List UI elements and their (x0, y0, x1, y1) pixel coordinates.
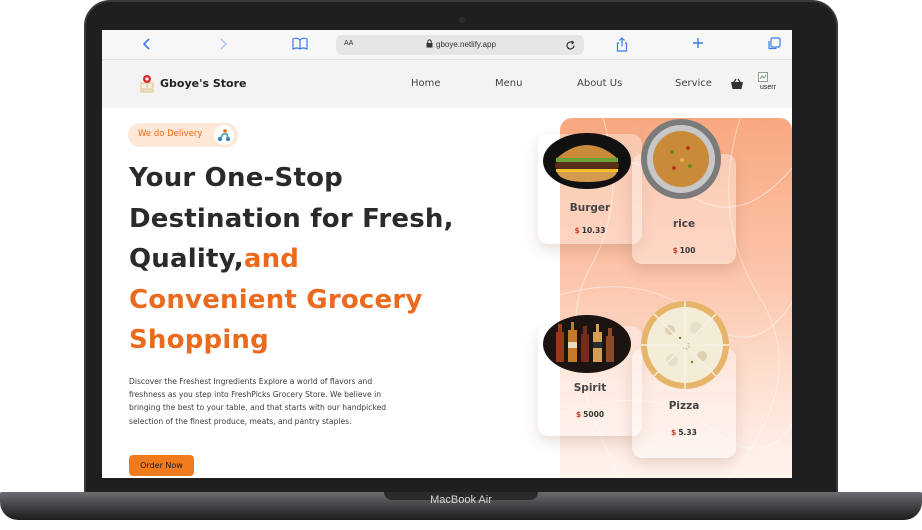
reader-aa-button[interactable]: AA (344, 40, 353, 47)
share-icon[interactable] (616, 37, 628, 57)
spirit-image (543, 315, 631, 373)
reload-icon[interactable] (565, 37, 576, 54)
forward-icon[interactable] (218, 37, 228, 56)
product-name: rice (672, 218, 696, 230)
product-name: Spirit (573, 382, 607, 394)
rice-image (641, 119, 721, 199)
product-price: $10.33 (574, 226, 606, 235)
hero-description: Discover the Freshest Ingredients Explor… (129, 377, 387, 426)
product-price: $5000 (575, 410, 605, 419)
delivery-badge: We do Delivery (128, 123, 238, 147)
browser-toolbar: AA gboye.netlify.app (102, 30, 792, 60)
broken-image-icon (758, 72, 768, 82)
new-tab-icon[interactable] (692, 37, 704, 54)
bookmarks-icon[interactable] (292, 37, 308, 56)
order-now-button[interactable]: Order Now (129, 455, 194, 476)
burger-image (543, 133, 631, 189)
user-avatar[interactable]: userr (758, 72, 784, 96)
device-label: MacBook Air (430, 494, 492, 506)
product-price: $5.33 (671, 428, 697, 437)
delivery-badge-text: We do Delivery (138, 129, 203, 139)
product-name: Pizza (668, 400, 700, 412)
pizza-image (641, 301, 729, 389)
nav-link-about-us[interactable]: About Us (577, 78, 622, 89)
nav-link-service[interactable]: Service (675, 78, 712, 89)
address-bar[interactable]: AA gboye.netlify.app (336, 35, 584, 55)
back-icon[interactable] (142, 37, 152, 56)
scooter-icon (214, 125, 234, 145)
site-navbar: Gboye's Store Home Menu About Us Service… (102, 60, 792, 108)
product-price: $100 (672, 246, 696, 255)
user-avatar-alt: userr (760, 84, 776, 91)
nav-link-menu[interactable]: Menu (495, 78, 522, 89)
cart-icon[interactable] (730, 76, 744, 95)
nav-link-home[interactable]: Home (411, 78, 441, 89)
screen: AA gboye.netlify.app Gboye's Store Home … (102, 30, 792, 478)
lock-icon (426, 39, 433, 50)
store-logo-icon[interactable] (138, 74, 156, 94)
brand-name[interactable]: Gboye's Store (160, 77, 246, 90)
tabs-icon[interactable] (768, 37, 781, 55)
hero-title: Your One-Stop Destination for Fresh, Qua… (129, 158, 459, 361)
camera (459, 17, 465, 23)
product-name: Burger (569, 202, 611, 214)
url-text: gboye.netlify.app (436, 40, 496, 49)
